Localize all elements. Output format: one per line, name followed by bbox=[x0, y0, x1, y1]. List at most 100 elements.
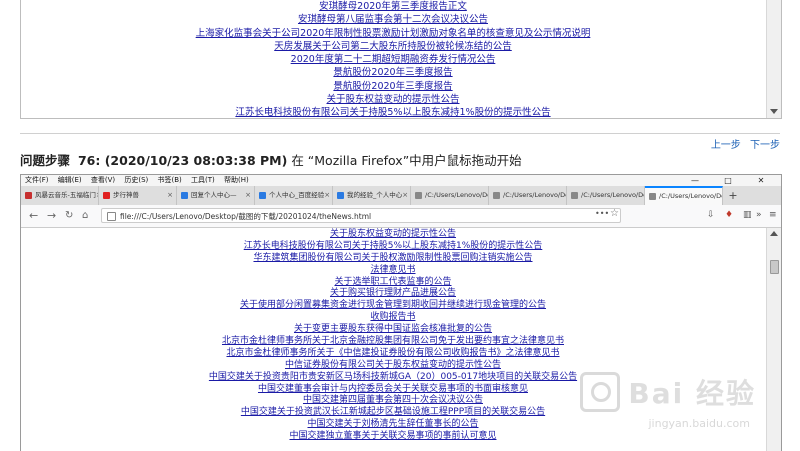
next-step-link[interactable]: 下一步 bbox=[750, 140, 780, 151]
browser-tab[interactable]: 个人中心_百度经验 × bbox=[255, 186, 333, 205]
news-link[interactable]: 2020年度第二十二期超短期融资券发行情况公告 bbox=[21, 53, 765, 66]
menu-bar: 文件(F) 编辑(E) 查看(V) 历史(S) 书签(B) 工具(T) 帮助(H… bbox=[21, 175, 781, 186]
previous-link-list: 安琪酵母2020年第三季度报告正文 安琪酵母第八届监事会第十二次会议决议公告 上海家… bbox=[21, 0, 765, 118]
tab-label: /C:/Users/Lenovo/Des bbox=[503, 191, 567, 199]
tab-favicon-icon bbox=[25, 192, 32, 199]
scrollbar-thumb[interactable] bbox=[770, 260, 779, 274]
news-link[interactable]: 江苏长电科技股份有限公司关于持股5%以上股东减持1%股份的提示性公告 bbox=[21, 241, 765, 253]
menu-history[interactable]: 历史(S) bbox=[124, 176, 148, 184]
page-actions-icon[interactable]: ••• bbox=[595, 209, 609, 218]
tab-favicon-icon bbox=[337, 192, 344, 199]
menu-bookmarks[interactable]: 书签(B) bbox=[158, 176, 182, 184]
tab-label: /C:/Users/Lenovo/Des bbox=[425, 191, 489, 199]
url-text: file:///C:/Users/Lenovo/Desktop/截图的下载/20… bbox=[120, 212, 372, 221]
scroll-down-arrow-icon[interactable] bbox=[770, 109, 778, 114]
minimize-icon[interactable]: — bbox=[682, 175, 708, 186]
browser-tab[interactable]: 我的经验_个人中心 × bbox=[333, 186, 411, 205]
menu-edit[interactable]: 编辑(E) bbox=[58, 176, 82, 184]
previous-scrollbar[interactable] bbox=[766, 0, 781, 118]
watermark-logo-icon bbox=[580, 372, 621, 412]
news-link[interactable]: 江苏长电科技股份有限公司关于持股5%以上股东减持1%股份的提示性公告 bbox=[21, 106, 765, 118]
browser-tab[interactable]: 步行神兽 × bbox=[99, 186, 177, 205]
menu-help[interactable]: 帮助(H) bbox=[224, 176, 249, 184]
tab-favicon-icon bbox=[571, 192, 578, 199]
news-link[interactable]: 北京市金杜律师事务所关于《中信建投证券股份有限公司收购报告书》之法律意见书 bbox=[21, 348, 765, 360]
tab-close-icon[interactable]: × bbox=[167, 186, 173, 205]
step-navigation: 上一步 下一步 bbox=[705, 136, 780, 151]
watermark-text: Bai 经验 bbox=[628, 377, 756, 410]
previous-screenshot: 安琪酵母2020年第三季度报告正文 安琪酵母第八届监事会第十二次会议决议公告 上海家… bbox=[20, 0, 782, 119]
browser-tab[interactable]: /C:/Users/Lenovo/Des× bbox=[645, 186, 723, 205]
tab-bar: 风暴云音乐-五福临门×步行神兽×回复个人中心—×个人中心_百度经验×我的经验_个… bbox=[21, 186, 781, 205]
overflow-icon[interactable]: » bbox=[756, 210, 762, 220]
tab-label: 个人中心_百度经验 bbox=[269, 191, 325, 199]
tab-close-icon[interactable]: × bbox=[402, 186, 408, 205]
hamburger-menu-icon[interactable]: ≡ bbox=[769, 210, 777, 220]
tab-favicon-icon bbox=[415, 192, 422, 199]
news-link[interactable]: 北京市金杜律师事务所关于北京金融控股集团有限公司免于发出要约事宜之法律意见书 bbox=[21, 336, 765, 348]
tab-label: 风暴云音乐-五福临门 bbox=[35, 191, 96, 199]
home-icon[interactable]: ⌂ bbox=[82, 209, 88, 223]
tab-favicon-icon bbox=[649, 193, 656, 200]
browser-tab[interactable]: /C:/Users/Lenovo/Des× bbox=[489, 186, 567, 205]
library-icon[interactable]: ▥ bbox=[743, 210, 752, 220]
news-link[interactable]: 关于选举职工代表监事的公告 bbox=[21, 277, 765, 289]
news-link[interactable]: 法律意见书 bbox=[21, 265, 765, 277]
news-link[interactable]: 收购报告书 bbox=[21, 312, 765, 324]
news-link[interactable]: 上海家化监事会关于公司2020年限制性股票激励计划激励对象名单的核查意见及公示情… bbox=[21, 27, 765, 40]
news-link[interactable]: 中信证券股份有限公司关于股东权益变动的提示性公告 bbox=[21, 360, 765, 372]
watermark-subtext: jingyan.baidu.com bbox=[648, 417, 750, 430]
menu-view[interactable]: 查看(V) bbox=[91, 176, 115, 184]
tab-favicon-icon bbox=[103, 192, 110, 199]
news-link[interactable]: 关于变更主要股东获得中国证监会核准批复的公告 bbox=[21, 324, 765, 336]
download-icon[interactable]: ⇩ bbox=[707, 210, 715, 220]
tab-favicon-icon bbox=[259, 192, 266, 199]
navigation-toolbar: ← → ↻ ⌂ file:///C:/Users/Lenovo/Desktop/… bbox=[21, 205, 781, 228]
news-link[interactable]: 天房发展关于公司第二大股东所持股份被轮候冻结的公告 bbox=[21, 40, 765, 53]
scroll-up-arrow-icon[interactable] bbox=[770, 231, 778, 236]
news-link[interactable]: 景航股份2020年三季度报告 bbox=[21, 66, 765, 79]
news-link[interactable]: 关于使用部分闲置募集资金进行现金管理到期收回并继续进行现金管理的公告 bbox=[21, 300, 765, 312]
tab-label: 我的经验_个人中心 bbox=[347, 191, 403, 199]
browser-tab[interactable]: /C:/Users/Lenovo/Des× bbox=[567, 186, 645, 205]
back-arrow-icon[interactable]: ← bbox=[29, 209, 38, 223]
url-bar[interactable]: file:///C:/Users/Lenovo/Desktop/截图的下载/20… bbox=[101, 208, 621, 223]
menu-tools[interactable]: 工具(T) bbox=[191, 176, 215, 184]
step-description: 在 “Mozilla Firefox”中用户鼠标拖动开始 bbox=[291, 153, 522, 168]
baidu-jingyan-watermark: Bai 经验 bbox=[580, 372, 756, 412]
browser-tab[interactable]: /C:/Users/Lenovo/Des× bbox=[411, 186, 489, 205]
news-link[interactable]: 安琪酵母2020年第三季度报告正文 bbox=[21, 0, 765, 13]
tab-label: 回复个人中心— bbox=[191, 191, 237, 199]
page-scrollbar[interactable] bbox=[766, 228, 781, 451]
step-label: 问题步骤 bbox=[20, 153, 71, 168]
bookmark-star-icon[interactable]: ☆ bbox=[610, 208, 619, 219]
step-heading: 问题步骤 76: (2020/10/23 08:03:38 PM) 在 “Moz… bbox=[20, 150, 522, 169]
reload-icon[interactable]: ↻ bbox=[65, 209, 73, 223]
step-number-time: 76: (2020/10/23 08:03:38 PM) bbox=[77, 153, 288, 168]
tab-label: /C:/Users/Lenovo/Des bbox=[659, 192, 723, 200]
news-link[interactable]: 景航股份2020年三季度报告 bbox=[21, 80, 765, 93]
news-link[interactable]: 关于股东权益变动的提示性公告 bbox=[21, 93, 765, 106]
news-link[interactable]: 关于购买银行理财产品进展公告 bbox=[21, 288, 765, 300]
close-icon[interactable]: ✕ bbox=[748, 175, 774, 186]
forward-arrow-icon[interactable]: → bbox=[47, 209, 56, 223]
browser-tab[interactable]: 回复个人中心— × bbox=[177, 186, 255, 205]
tab-label: 步行神兽 bbox=[113, 191, 139, 199]
browser-tab[interactable]: 风暴云音乐-五福临门× bbox=[21, 186, 99, 205]
news-link[interactable]: 华东建筑集团股份有限公司关于股权激励限制性股票回购注销实施公告 bbox=[21, 253, 765, 265]
tab-close-icon[interactable]: × bbox=[324, 186, 330, 205]
news-link[interactable]: 关于股东权益变动的提示性公告 bbox=[21, 229, 765, 241]
tab-close-icon[interactable]: × bbox=[245, 186, 251, 205]
news-link[interactable]: 安琪酵母第八届监事会第十二次会议决议公告 bbox=[21, 13, 765, 26]
menu-file[interactable]: 文件(F) bbox=[25, 176, 49, 184]
prev-step-link[interactable]: 上一步 bbox=[711, 140, 741, 151]
maximize-icon[interactable]: □ bbox=[715, 175, 741, 186]
divider bbox=[20, 133, 780, 134]
tab-favicon-icon bbox=[181, 192, 188, 199]
window-controls: — □ ✕ bbox=[682, 175, 781, 186]
page-info-icon[interactable] bbox=[107, 212, 116, 221]
news-link[interactable]: 中国交建独立董事关于关联交易事项的事前认可意见 bbox=[21, 431, 765, 443]
new-tab-icon[interactable]: + bbox=[723, 186, 743, 205]
tab-label: /C:/Users/Lenovo/Des bbox=[581, 191, 645, 199]
extension-icon[interactable]: ♦ bbox=[725, 210, 733, 220]
